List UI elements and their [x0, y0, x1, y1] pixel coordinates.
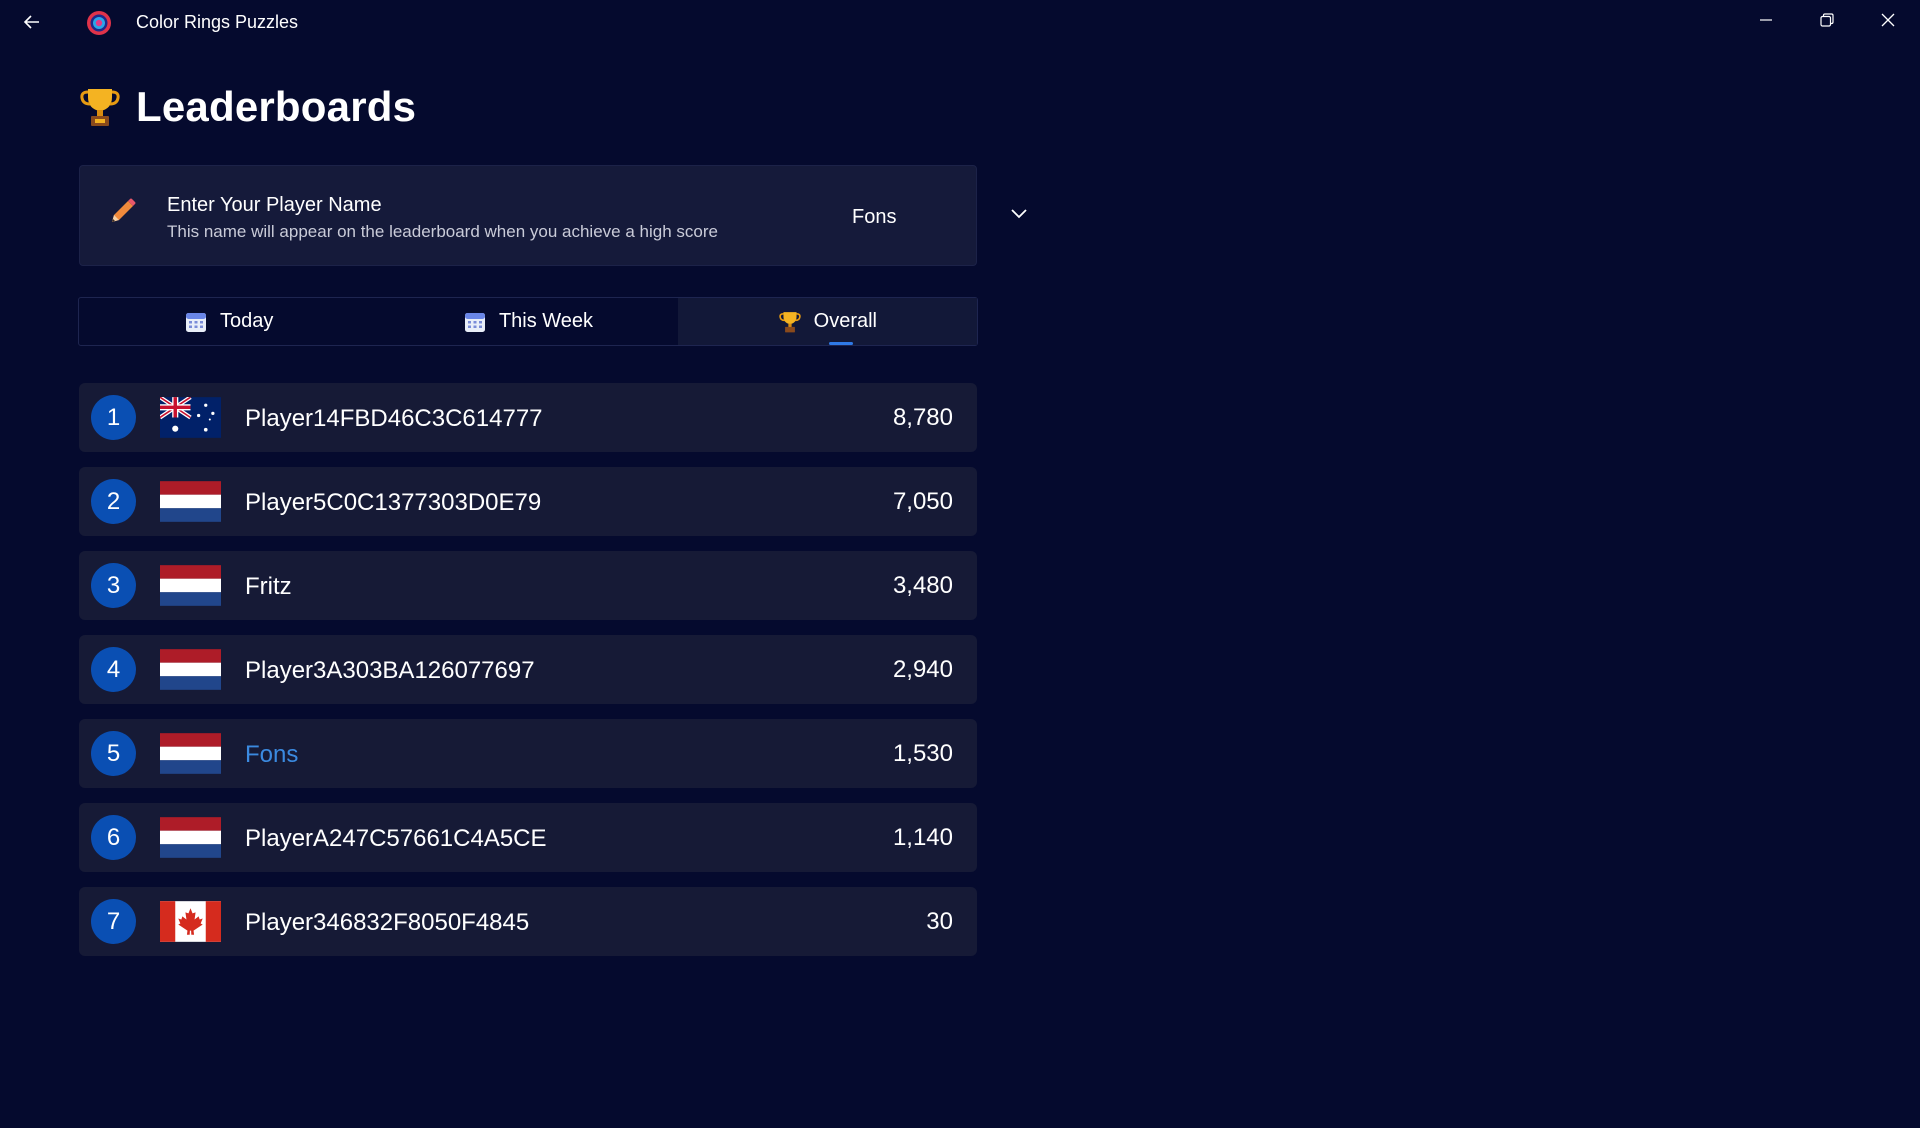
tab-this-week[interactable]: This Week	[378, 298, 677, 345]
netherlands-flag-icon	[160, 733, 221, 774]
player-score: 8,780	[892, 404, 953, 431]
player-score: 2,940	[892, 656, 953, 683]
page-title: Leaderboards	[136, 83, 417, 130]
trophy-icon	[778, 311, 801, 332]
player-score: 1,530	[892, 740, 953, 767]
close-icon	[1881, 13, 1895, 27]
player-score: 7,050	[892, 488, 953, 515]
tab-overall[interactable]: Overall	[677, 298, 977, 345]
player-score: 3,480	[892, 572, 953, 599]
netherlands-flag-icon	[160, 817, 221, 858]
leaderboard-row[interactable]: 7 Player346832F8050F4845 30	[79, 887, 977, 956]
calendar-icon	[185, 312, 206, 332]
leaderboard-row[interactable]: 3 Fritz 3,480	[79, 551, 977, 620]
leaderboard-tabs: Today This Week Overall	[78, 297, 978, 346]
restore-button[interactable]	[1797, 0, 1857, 40]
leaderboard-row[interactable]: 2 Player5C0C1377303D0E79 7,050	[79, 467, 977, 536]
close-button[interactable]	[1858, 0, 1918, 40]
player-name: Player3A303BA126077697	[245, 657, 535, 684]
player-name-dropdown[interactable]: Fons	[850, 196, 1027, 236]
netherlands-flag-icon	[160, 649, 221, 690]
rank-badge: 1	[91, 395, 136, 440]
rank-badge: 7	[91, 899, 136, 944]
leaderboard-list: 1 Player14FBD46C3C614777 8,780 2 Player5…	[79, 383, 977, 971]
canada-flag-icon	[160, 901, 221, 942]
active-tab-indicator	[829, 342, 854, 345]
leaderboard-row[interactable]: 4 Player3A303BA126077697 2,940	[79, 635, 977, 704]
rank-badge: 3	[91, 563, 136, 608]
player-score: 1,140	[892, 824, 953, 851]
player-name-description: This name will appear on the leaderboard…	[167, 222, 718, 241]
minimize-button[interactable]	[1736, 0, 1796, 40]
tab-overall-label: Overall	[813, 310, 877, 332]
back-button[interactable]	[14, 4, 50, 40]
calendar-icon	[464, 312, 485, 332]
color-rings-app-icon	[87, 11, 111, 35]
player-name-card: Enter Your Player Name This name will ap…	[79, 165, 1027, 266]
player-name: PlayerA247C57661C4A5CE	[245, 825, 547, 852]
player-name-title: Enter Your Player Name	[167, 194, 382, 216]
app-window: Color Rings Puzzles Leaderboards Enter Y…	[0, 0, 1920, 1128]
player-name: Fritz	[245, 573, 292, 600]
page-header: Leaderboards	[80, 82, 416, 132]
australia-flag-icon	[160, 397, 221, 438]
leaderboard-row[interactable]: 1 Player14FBD46C3C614777 8,780	[79, 383, 977, 452]
netherlands-flag-icon	[160, 481, 221, 522]
leaderboard-row-current-player[interactable]: 5 Fons 1,530	[79, 719, 977, 788]
player-name: Player5C0C1377303D0E79	[245, 489, 542, 516]
tab-today[interactable]: Today	[79, 298, 378, 345]
player-name-value: Fons	[852, 206, 897, 228]
rank-badge: 6	[91, 815, 136, 860]
back-arrow-icon	[23, 15, 39, 29]
netherlands-flag-icon	[160, 565, 221, 606]
title-bar: Color Rings Puzzles	[0, 0, 1920, 44]
rank-badge: 2	[91, 479, 136, 524]
player-name: Player14FBD46C3C614777	[245, 405, 543, 432]
rank-badge: 4	[91, 647, 136, 692]
leaderboard-row[interactable]: 6 PlayerA247C57661C4A5CE 1,140	[79, 803, 977, 872]
pencil-icon	[112, 198, 136, 222]
tab-this-week-label: This Week	[498, 310, 594, 332]
player-name: Player346832F8050F4845	[245, 909, 530, 936]
player-name: Fons	[245, 741, 299, 768]
app-title: Color Rings Puzzles	[136, 12, 299, 32]
tab-today-label: Today	[219, 310, 274, 332]
rank-badge: 5	[91, 731, 136, 776]
minimize-icon	[1760, 19, 1772, 21]
restore-icon	[1820, 13, 1834, 27]
player-score: 30	[926, 908, 953, 935]
trophy-icon	[80, 89, 120, 126]
chevron-down-icon	[1011, 209, 1027, 219]
